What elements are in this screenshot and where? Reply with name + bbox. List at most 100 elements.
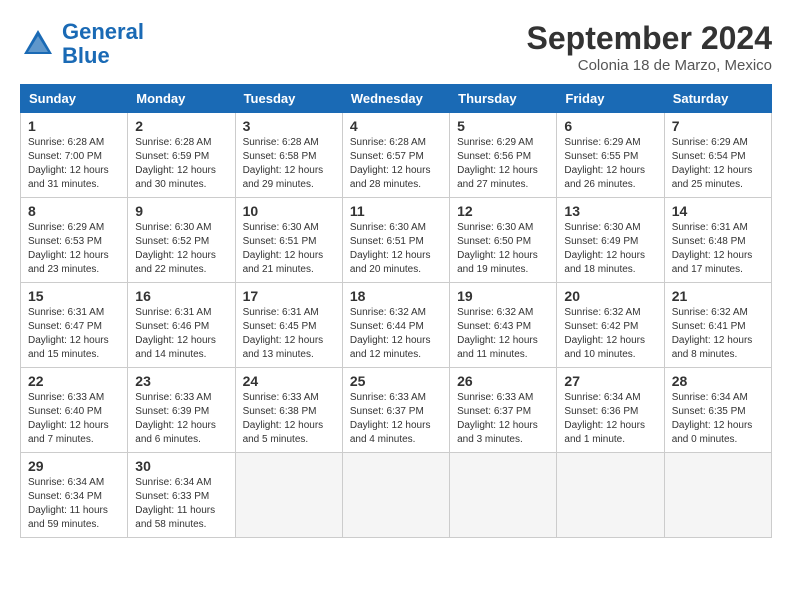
- day-number: 10: [243, 203, 335, 219]
- calendar-cell: [557, 453, 664, 538]
- weekday-header-friday: Friday: [557, 85, 664, 113]
- day-number: 29: [28, 458, 120, 474]
- calendar-cell: 7 Sunrise: 6:29 AM Sunset: 6:54 PM Daylig…: [664, 113, 771, 198]
- day-number: 22: [28, 373, 120, 389]
- day-info: Sunrise: 6:31 AM Sunset: 6:48 PM Dayligh…: [672, 221, 764, 277]
- calendar-cell: 20Sunrise: 6:32 AM Sunset: 6:42 PM Dayli…: [557, 283, 664, 368]
- calendar-cell: 6Sunrise: 6:29 AM Sunset: 6:55 PM Daylig…: [557, 113, 664, 198]
- calendar-cell: 30 Sunrise: 6:34 AM Sunset: 6:33 PM Dayli…: [128, 453, 235, 538]
- calendar-cell: 18 Sunrise: 6:32 AM Sunset: 6:44 PM Dayli…: [342, 283, 449, 368]
- day-number: 15: [28, 288, 120, 304]
- weekday-header-sunday: Sunday: [21, 85, 128, 113]
- calendar-cell: 2Sunrise: 6:28 AM Sunset: 6:59 PM Daylig…: [128, 113, 235, 198]
- day-info: Sunrise: 6:33 AM Sunset: 6:39 PM Dayligh…: [135, 391, 227, 447]
- day-info: Sunrise: 6:34 AM Sunset: 6:36 PM Dayligh…: [564, 391, 656, 447]
- calendar-cell: 4 Sunrise: 6:28 AM Sunset: 6:57 PM Daylig…: [342, 113, 449, 198]
- weekday-header-tuesday: Tuesday: [235, 85, 342, 113]
- day-number: 7: [672, 118, 764, 134]
- day-info: Sunrise: 6:34 AM Sunset: 6:34 PM Dayligh…: [28, 476, 120, 532]
- location-subtitle: Colonia 18 de Marzo, Mexico: [527, 57, 772, 74]
- calendar-cell: 10 Sunrise: 6:30 AM Sunset: 6:51 PM Dayli…: [235, 198, 342, 283]
- day-number: 9: [135, 203, 227, 219]
- calendar-week-5: 29 Sunrise: 6:34 AM Sunset: 6:34 PM Dayli…: [21, 453, 772, 538]
- day-info: Sunrise: 6:33 AM Sunset: 6:40 PM Dayligh…: [28, 391, 120, 447]
- calendar-cell: 9 Sunrise: 6:30 AM Sunset: 6:52 PM Daylig…: [128, 198, 235, 283]
- day-number: 17: [243, 288, 335, 304]
- day-number: 28: [672, 373, 764, 389]
- day-info: Sunrise: 6:34 AM Sunset: 6:35 PM Dayligh…: [672, 391, 764, 447]
- calendar-cell: [235, 453, 342, 538]
- day-info: Sunrise: 6:30 AM Sunset: 6:52 PM Dayligh…: [135, 221, 227, 277]
- calendar-cell: 28 Sunrise: 6:34 AM Sunset: 6:35 PM Dayli…: [664, 368, 771, 453]
- calendar-cell: 25 Sunrise: 6:33 AM Sunset: 6:37 PM Dayli…: [342, 368, 449, 453]
- day-info: Sunrise: 6:34 AM Sunset: 6:33 PM Dayligh…: [135, 476, 227, 532]
- page-header: General Blue September 2024 Colonia 18 d…: [20, 20, 772, 74]
- calendar-week-2: 8 Sunrise: 6:29 AM Sunset: 6:53 PM Daylig…: [21, 198, 772, 283]
- day-info: Sunrise: 6:30 AM Sunset: 6:50 PM Dayligh…: [457, 221, 549, 277]
- calendar-table: SundayMondayTuesdayWednesdayThursdayFrid…: [20, 84, 772, 538]
- day-info: Sunrise: 6:32 AM Sunset: 6:43 PM Dayligh…: [457, 306, 549, 362]
- day-number: 3: [243, 118, 335, 134]
- calendar-cell: 14Sunrise: 6:31 AM Sunset: 6:48 PM Dayli…: [664, 198, 771, 283]
- day-info: Sunrise: 6:31 AM Sunset: 6:45 PM Dayligh…: [243, 306, 335, 362]
- calendar-cell: 27 Sunrise: 6:34 AM Sunset: 6:36 PM Dayli…: [557, 368, 664, 453]
- logo-blue: Blue: [62, 43, 110, 68]
- calendar-cell: 22 Sunrise: 6:33 AM Sunset: 6:40 PM Dayli…: [21, 368, 128, 453]
- day-number: 30: [135, 458, 227, 474]
- calendar-cell: 23Sunrise: 6:33 AM Sunset: 6:39 PM Dayli…: [128, 368, 235, 453]
- day-info: Sunrise: 6:30 AM Sunset: 6:49 PM Dayligh…: [564, 221, 656, 277]
- logo-icon: [20, 26, 56, 62]
- day-number: 2: [135, 118, 227, 134]
- title-block: September 2024 Colonia 18 de Marzo, Mexi…: [527, 20, 772, 74]
- day-number: 26: [457, 373, 549, 389]
- day-number: 1: [28, 118, 120, 134]
- calendar-week-3: 15Sunrise: 6:31 AM Sunset: 6:47 PM Dayli…: [21, 283, 772, 368]
- day-number: 20: [564, 288, 656, 304]
- day-info: Sunrise: 6:28 AM Sunset: 6:57 PM Dayligh…: [350, 136, 442, 192]
- day-info: Sunrise: 6:29 AM Sunset: 6:54 PM Dayligh…: [672, 136, 764, 192]
- day-info: Sunrise: 6:33 AM Sunset: 6:37 PM Dayligh…: [457, 391, 549, 447]
- calendar-cell: 15Sunrise: 6:31 AM Sunset: 6:47 PM Dayli…: [21, 283, 128, 368]
- day-number: 18: [350, 288, 442, 304]
- day-info: Sunrise: 6:29 AM Sunset: 6:53 PM Dayligh…: [28, 221, 120, 277]
- day-info: Sunrise: 6:29 AM Sunset: 6:55 PM Dayligh…: [564, 136, 656, 192]
- calendar-cell: 16Sunrise: 6:31 AM Sunset: 6:46 PM Dayli…: [128, 283, 235, 368]
- day-info: Sunrise: 6:33 AM Sunset: 6:37 PM Dayligh…: [350, 391, 442, 447]
- calendar-cell: 13 Sunrise: 6:30 AM Sunset: 6:49 PM Dayli…: [557, 198, 664, 283]
- calendar-cell: 3 Sunrise: 6:28 AM Sunset: 6:58 PM Daylig…: [235, 113, 342, 198]
- day-info: Sunrise: 6:30 AM Sunset: 6:51 PM Dayligh…: [243, 221, 335, 277]
- calendar-week-1: 1Sunrise: 6:28 AM Sunset: 7:00 PM Daylig…: [21, 113, 772, 198]
- day-info: Sunrise: 6:30 AM Sunset: 6:51 PM Dayligh…: [350, 221, 442, 277]
- logo: General Blue: [20, 20, 144, 68]
- weekday-header-wednesday: Wednesday: [342, 85, 449, 113]
- calendar-cell: 5Sunrise: 6:29 AM Sunset: 6:56 PM Daylig…: [450, 113, 557, 198]
- day-number: 27: [564, 373, 656, 389]
- calendar-week-4: 22 Sunrise: 6:33 AM Sunset: 6:40 PM Dayli…: [21, 368, 772, 453]
- month-title: September 2024: [527, 20, 772, 57]
- calendar-cell: 11Sunrise: 6:30 AM Sunset: 6:51 PM Dayli…: [342, 198, 449, 283]
- calendar-cell: 8 Sunrise: 6:29 AM Sunset: 6:53 PM Daylig…: [21, 198, 128, 283]
- day-info: Sunrise: 6:31 AM Sunset: 6:46 PM Dayligh…: [135, 306, 227, 362]
- day-number: 8: [28, 203, 120, 219]
- day-info: Sunrise: 6:33 AM Sunset: 6:38 PM Dayligh…: [243, 391, 335, 447]
- weekday-header-saturday: Saturday: [664, 85, 771, 113]
- calendar-cell: 24Sunrise: 6:33 AM Sunset: 6:38 PM Dayli…: [235, 368, 342, 453]
- calendar-cell: 17 Sunrise: 6:31 AM Sunset: 6:45 PM Dayli…: [235, 283, 342, 368]
- day-number: 19: [457, 288, 549, 304]
- day-number: 12: [457, 203, 549, 219]
- calendar-cell: [342, 453, 449, 538]
- day-number: 25: [350, 373, 442, 389]
- calendar-cell: 26 Sunrise: 6:33 AM Sunset: 6:37 PM Dayli…: [450, 368, 557, 453]
- day-number: 21: [672, 288, 764, 304]
- day-number: 4: [350, 118, 442, 134]
- calendar-header-row: SundayMondayTuesdayWednesdayThursdayFrid…: [21, 85, 772, 113]
- day-number: 13: [564, 203, 656, 219]
- day-info: Sunrise: 6:29 AM Sunset: 6:56 PM Dayligh…: [457, 136, 549, 192]
- day-info: Sunrise: 6:32 AM Sunset: 6:44 PM Dayligh…: [350, 306, 442, 362]
- calendar-cell: [664, 453, 771, 538]
- day-info: Sunrise: 6:28 AM Sunset: 6:58 PM Dayligh…: [243, 136, 335, 192]
- calendar-cell: 21 Sunrise: 6:32 AM Sunset: 6:41 PM Dayli…: [664, 283, 771, 368]
- calendar-cell: 19 Sunrise: 6:32 AM Sunset: 6:43 PM Dayli…: [450, 283, 557, 368]
- day-info: Sunrise: 6:32 AM Sunset: 6:41 PM Dayligh…: [672, 306, 764, 362]
- weekday-header-thursday: Thursday: [450, 85, 557, 113]
